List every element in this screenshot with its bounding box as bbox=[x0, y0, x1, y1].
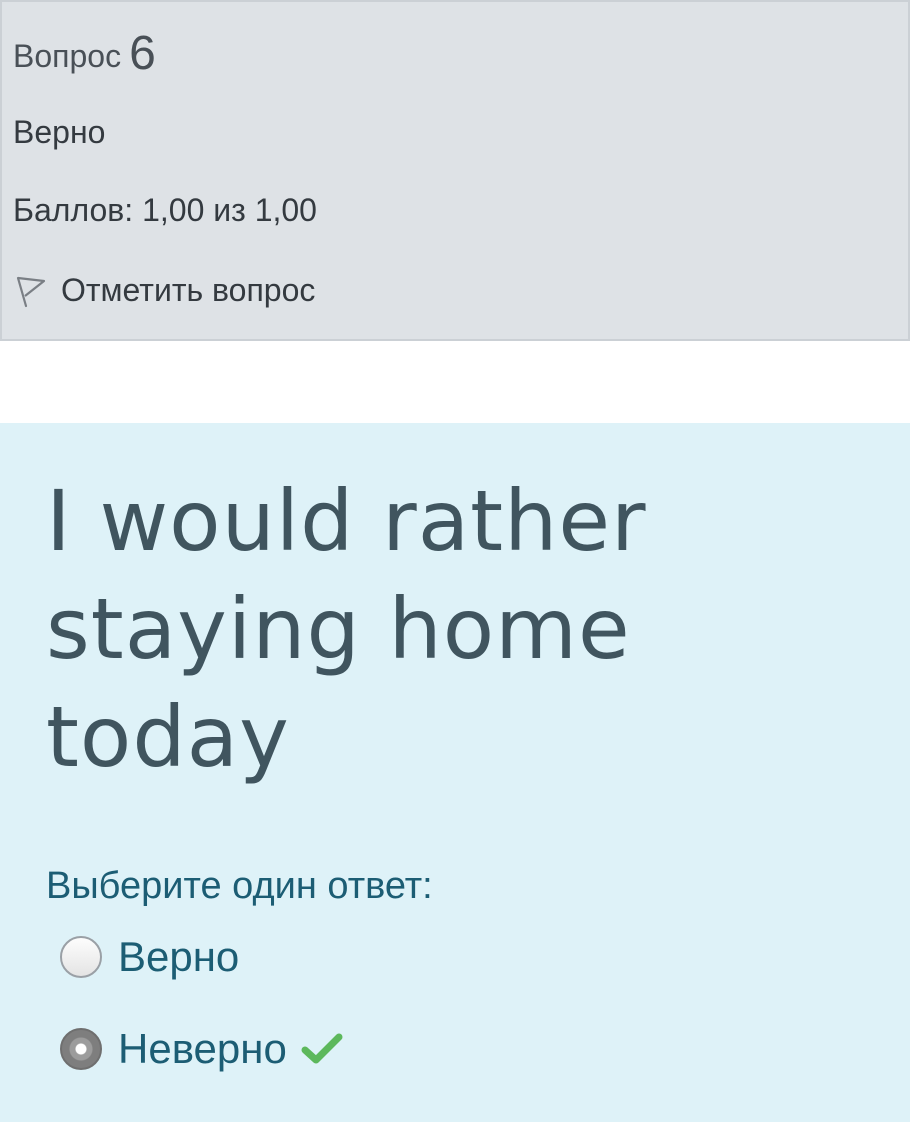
radio-button-true[interactable] bbox=[60, 936, 102, 978]
answer-option-label: Верно bbox=[118, 933, 240, 980]
question-formulation: I would rather staying home today Выбери… bbox=[0, 423, 910, 1122]
answer-option-true[interactable]: Верно bbox=[60, 933, 239, 981]
answer-option-label: Неверно bbox=[118, 1025, 287, 1072]
answer-prompt: Выберите один ответ: bbox=[46, 865, 433, 907]
question-number: 6 bbox=[129, 27, 156, 80]
check-icon bbox=[301, 1033, 343, 1064]
flag-question-label: Отметить вопрос bbox=[61, 272, 316, 308]
question-state: Верно bbox=[13, 114, 106, 150]
question-info-panel: Вопрос 6 Верно Баллов: 1,00 из 1,00 Отмет… bbox=[0, 0, 910, 341]
question-grade: Баллов: 1,00 из 1,00 bbox=[13, 192, 317, 228]
question-label: Вопрос bbox=[13, 38, 122, 74]
question-number-heading: Вопрос 6 bbox=[13, 24, 156, 80]
answer-option-false[interactable]: Неверно bbox=[60, 1025, 343, 1073]
flag-icon bbox=[16, 276, 46, 307]
flag-question-link[interactable]: Отметить вопрос bbox=[13, 272, 315, 309]
question-text: I would rather staying home today bbox=[46, 472, 647, 786]
radio-button-false[interactable] bbox=[60, 1028, 102, 1070]
